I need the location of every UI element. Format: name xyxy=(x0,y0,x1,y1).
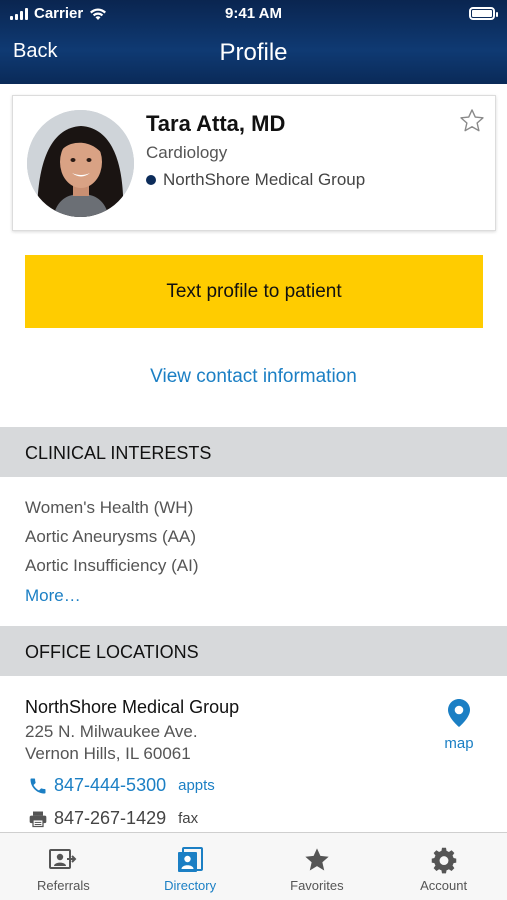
clinical-interests-header: CLINICAL INTERESTS xyxy=(0,427,507,477)
phone-link[interactable]: 847-444-5300 appts xyxy=(28,775,215,796)
status-bar: Carrier 9:41 AM xyxy=(0,0,507,28)
office-address-line1: 225 N. Milwaukee Ave. xyxy=(25,722,198,741)
avatar xyxy=(27,110,134,217)
tab-account[interactable]: Account xyxy=(380,833,507,900)
fax-row: 847-267-1429 fax xyxy=(28,808,198,829)
tab-favorites[interactable]: Favorites xyxy=(254,833,381,900)
tab-directory[interactable]: Directory xyxy=(127,833,254,900)
profile-card: Tara Atta, MD Cardiology NorthShore Medi… xyxy=(12,95,496,231)
star-icon xyxy=(305,848,329,871)
doctor-photo xyxy=(27,110,134,217)
more-interests-link[interactable]: More… xyxy=(25,586,81,606)
map-button[interactable]: map xyxy=(437,698,481,752)
office-locations-header: OFFICE LOCATIONS xyxy=(0,626,507,676)
phone-tag: appts xyxy=(178,777,215,794)
star-outline-icon[interactable] xyxy=(458,107,486,135)
app-header: Carrier 9:41 AM Back Profile xyxy=(0,0,507,84)
text-profile-button[interactable]: Text profile to patient xyxy=(25,255,483,328)
doctor-name: Tara Atta, MD xyxy=(146,111,286,136)
phone-icon xyxy=(30,778,46,793)
group-dot-icon xyxy=(146,175,156,185)
printer-icon xyxy=(29,811,47,827)
fax-number: 847-267-1429 xyxy=(54,808,167,828)
tab-directory-label: Directory xyxy=(164,878,217,893)
battery-icon xyxy=(469,7,498,20)
list-item: Women's Health (WH) xyxy=(25,498,194,517)
office-name: NorthShore Medical Group xyxy=(25,697,240,717)
office-address-line2: Vernon Hills, IL 60061 xyxy=(25,744,191,763)
list-item: Aortic Aneurysms (AA) xyxy=(25,527,196,546)
map-pin-icon xyxy=(448,699,470,727)
directory-icon xyxy=(178,847,204,872)
doctor-specialty: Cardiology xyxy=(146,143,228,162)
tab-bar: Referrals Directory Favorites Account xyxy=(0,832,507,900)
referrals-icon xyxy=(49,849,77,869)
tab-referrals[interactable]: Referrals xyxy=(0,833,127,900)
map-label: map xyxy=(444,735,474,752)
tab-referrals-label: Referrals xyxy=(37,878,90,893)
fax-tag: fax xyxy=(178,810,199,827)
gear-icon xyxy=(431,847,456,874)
phone-number: 847-444-5300 xyxy=(54,775,167,795)
tab-favorites-label: Favorites xyxy=(290,878,344,893)
tab-account-label: Account xyxy=(420,878,468,893)
view-contact-link[interactable]: View contact information xyxy=(0,366,507,388)
page-title: Profile xyxy=(219,39,288,66)
list-item: Aortic Insufficiency (AI) xyxy=(25,556,199,575)
doctor-group-label: NorthShore Medical Group xyxy=(163,170,366,189)
status-time: 9:41 AM xyxy=(225,5,282,22)
doctor-group: NorthShore Medical Group xyxy=(146,170,365,190)
